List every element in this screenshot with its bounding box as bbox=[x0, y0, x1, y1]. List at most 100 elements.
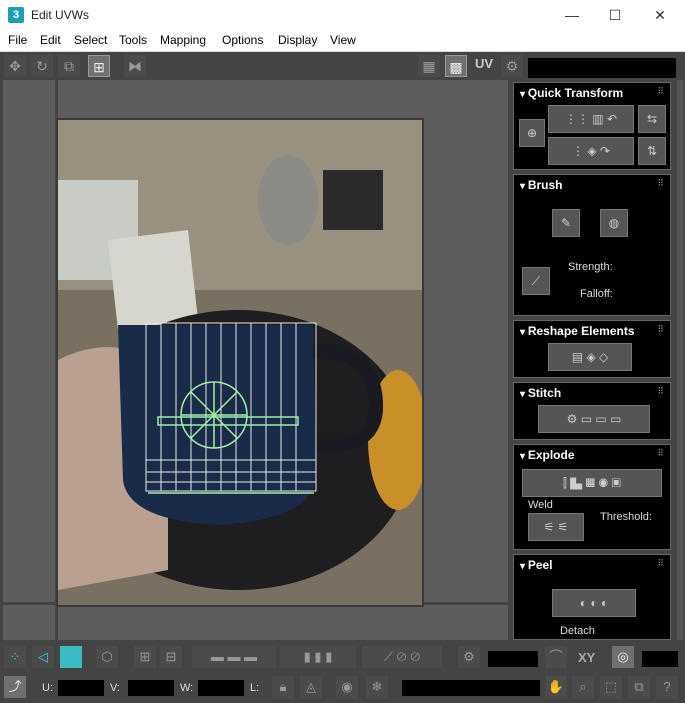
glass bbox=[258, 155, 318, 245]
v-label: V: bbox=[110, 682, 120, 694]
lock-selection-icon[interactable]: ◎ bbox=[612, 646, 634, 668]
background-texture-image bbox=[56, 118, 424, 607]
align-icon[interactable]: ⋮⋮ ▥ ↶ bbox=[548, 105, 634, 133]
rollout-title[interactable]: Quick Transform bbox=[520, 86, 623, 100]
weld-icon[interactable]: ⚟ ⚟ bbox=[528, 513, 584, 541]
move-icon[interactable]: ✥ bbox=[4, 55, 26, 77]
rollout-title[interactable]: Reshape Elements bbox=[520, 324, 635, 338]
snowflake-icon[interactable]: ❄ bbox=[366, 676, 388, 698]
element-mode-icon[interactable]: ⬡ bbox=[96, 646, 118, 668]
face-mode-icon[interactable] bbox=[60, 646, 82, 668]
rollout-reshape-elements: Reshape Elements ⠿ ▤ ◈ ◇ bbox=[513, 320, 671, 378]
menu-display[interactable]: Display bbox=[278, 33, 317, 47]
rollout-peel: Peel ⠿ ◐ ◐ ◐ Detach bbox=[513, 554, 671, 640]
absolute-offset-icon[interactable]: ⤴ bbox=[4, 676, 26, 698]
strength-label: Strength: bbox=[568, 261, 613, 273]
menu-bar: File Edit Select Tools Mapping Options D… bbox=[0, 30, 685, 52]
soft-select-icon[interactable]: ⚙ bbox=[458, 646, 480, 668]
drag-handle-icon[interactable]: ⠿ bbox=[657, 558, 664, 569]
relax-brush-icon[interactable]: ◍ bbox=[600, 209, 628, 237]
explode-icon[interactable]: ⫿ ▙ ▦ ◉ ▣ bbox=[522, 469, 662, 497]
brush-falloff-icon[interactable]: ⟋ bbox=[522, 267, 550, 295]
xy-label[interactable]: XY bbox=[578, 650, 595, 665]
rollout-explode: Explode ⠿ ⫿ ▙ ▦ ◉ ▣ Weld ⚟ ⚟ Threshold: bbox=[513, 444, 671, 550]
checker-pattern-icon[interactable]: ▩ bbox=[445, 55, 467, 77]
space-icon[interactable]: ⋮ ◈ ↷ bbox=[548, 137, 634, 165]
drag-handle-icon[interactable]: ⠿ bbox=[657, 178, 664, 189]
l-label: L: bbox=[250, 682, 260, 694]
menu-mapping[interactable]: Mapping bbox=[160, 33, 206, 47]
rollout-title[interactable]: Stitch bbox=[520, 386, 561, 400]
menu-select[interactable]: Select bbox=[74, 33, 107, 47]
falloff-curve-icon[interactable]: ⌒ bbox=[545, 646, 567, 668]
uv-label[interactable]: UV bbox=[475, 56, 493, 71]
bottom-field-right[interactable] bbox=[642, 651, 678, 667]
selection-tools-icon[interactable]: ▮ ▮ ▮ bbox=[280, 646, 356, 668]
close-button[interactable]: ✕ bbox=[637, 0, 683, 30]
detach-label: Detach bbox=[560, 625, 595, 637]
select-shrink-icon[interactable]: ⊟ bbox=[160, 646, 182, 668]
drag-handle-icon[interactable]: ⠿ bbox=[657, 448, 664, 459]
zoom-icon[interactable]: ⌕ bbox=[572, 676, 594, 698]
falloff-label: Falloff: bbox=[580, 288, 613, 300]
checker-map-icon[interactable]: ▦ bbox=[418, 55, 440, 77]
maximize-button[interactable]: ☐ bbox=[592, 0, 638, 30]
pan-hand-icon[interactable]: ✋ bbox=[545, 676, 567, 698]
paint-move-icon[interactable]: ✎ bbox=[552, 209, 580, 237]
space-horizontal-icon[interactable]: ⇆ bbox=[638, 105, 666, 133]
w-label: W: bbox=[180, 682, 194, 694]
help-icon[interactable]: ? bbox=[656, 676, 678, 698]
u-field[interactable] bbox=[58, 680, 104, 696]
mirror-icon[interactable]: ⧓ bbox=[124, 55, 146, 77]
soft-select-field[interactable] bbox=[488, 651, 538, 667]
rollout-quick-transform: Quick Transform ⠿ ⊕ ⋮⋮ ▥ ↶ ⋮ ◈ ↷ ⇆ ⇅ bbox=[513, 82, 671, 170]
drag-handle-icon[interactable]: ⠿ bbox=[657, 386, 664, 397]
pivot-icon[interactable]: ⊕ bbox=[519, 119, 545, 147]
rollout-brush: Brush ⠿ ✎ ◍ ⟋ Strength: Falloff: bbox=[513, 174, 671, 316]
peel-icon[interactable]: ◐ ◐ ◐ bbox=[552, 589, 636, 617]
threshold-label: Threshold: bbox=[600, 511, 652, 523]
straighten-icon[interactable]: ▤ ◈ ◇ bbox=[548, 343, 632, 371]
paint-select-icon[interactable]: ⟋ ⊘ ⊘ bbox=[362, 646, 442, 668]
paper-cup bbox=[108, 230, 198, 330]
rotate-icon[interactable]: ↻ bbox=[31, 55, 53, 77]
texture-dropdown[interactable] bbox=[528, 58, 676, 78]
rollout-title[interactable]: Peel bbox=[520, 558, 553, 572]
title-bar: 3 Edit UVWs — ☐ ✕ bbox=[0, 0, 685, 30]
freeze-icon[interactable]: ◉ bbox=[336, 676, 358, 698]
lock-icon[interactable]: 🔒︎ bbox=[272, 676, 294, 698]
menu-tools[interactable]: Tools bbox=[119, 33, 147, 47]
uv-mesh-overlay bbox=[58, 120, 422, 605]
menu-edit[interactable]: Edit bbox=[40, 33, 61, 47]
vertex-mode-icon[interactable]: ⁘ bbox=[4, 646, 26, 668]
status-toolbar: ⤴ U: V: W: L: 🔒︎ ◬ ◉ ❄ ✋ ⌕ ⬚ ⧉ ? bbox=[0, 673, 685, 703]
filter-selection-field[interactable] bbox=[402, 680, 540, 696]
rollout-title[interactable]: Explode bbox=[520, 448, 575, 462]
freeform-icon[interactable]: ⊞ bbox=[88, 55, 110, 77]
drag-handle-icon[interactable]: ⠿ bbox=[657, 86, 664, 97]
select-grow-icon[interactable]: ⊞ bbox=[134, 646, 156, 668]
window-title: Edit UVWs bbox=[31, 8, 90, 22]
drag-handle-icon[interactable]: ⠿ bbox=[657, 324, 664, 335]
bottom-toolbar: ⁘ ◁ ⬡ ⊞ ⊟ ▬ ▬ ▬ ▮ ▮ ▮ ⟋ ⊘ ⊘ ⚙ ⌒ XY ◎ bbox=[0, 641, 685, 673]
w-field[interactable] bbox=[198, 680, 244, 696]
menu-file[interactable]: File bbox=[8, 33, 27, 47]
black-box bbox=[323, 170, 383, 230]
hide-icon[interactable]: ◬ bbox=[300, 676, 322, 698]
scale-icon[interactable]: ⧉ bbox=[58, 55, 80, 77]
u-label: U: bbox=[42, 682, 53, 694]
texture-settings-icon[interactable]: ⚙ bbox=[501, 55, 523, 77]
v-field[interactable] bbox=[128, 680, 174, 696]
stitch-icon[interactable]: ⚙ ▭ ▭ ▭ bbox=[538, 405, 650, 433]
zoom-region-icon[interactable]: ⬚ bbox=[600, 676, 622, 698]
loop-ring-icon[interactable]: ▬ ▬ ▬ bbox=[192, 646, 276, 668]
uv-viewport[interactable] bbox=[3, 80, 508, 640]
edge-mode-icon[interactable]: ◁ bbox=[32, 646, 54, 668]
space-vertical-icon[interactable]: ⇅ bbox=[638, 137, 666, 165]
zoom-extents-icon[interactable]: ⧉ bbox=[628, 676, 650, 698]
menu-view[interactable]: View bbox=[330, 33, 356, 47]
rollout-title[interactable]: Brush bbox=[520, 178, 563, 192]
minimize-button[interactable]: — bbox=[549, 0, 595, 30]
panel-scrollbar[interactable] bbox=[677, 80, 683, 640]
menu-options[interactable]: Options bbox=[222, 33, 263, 47]
